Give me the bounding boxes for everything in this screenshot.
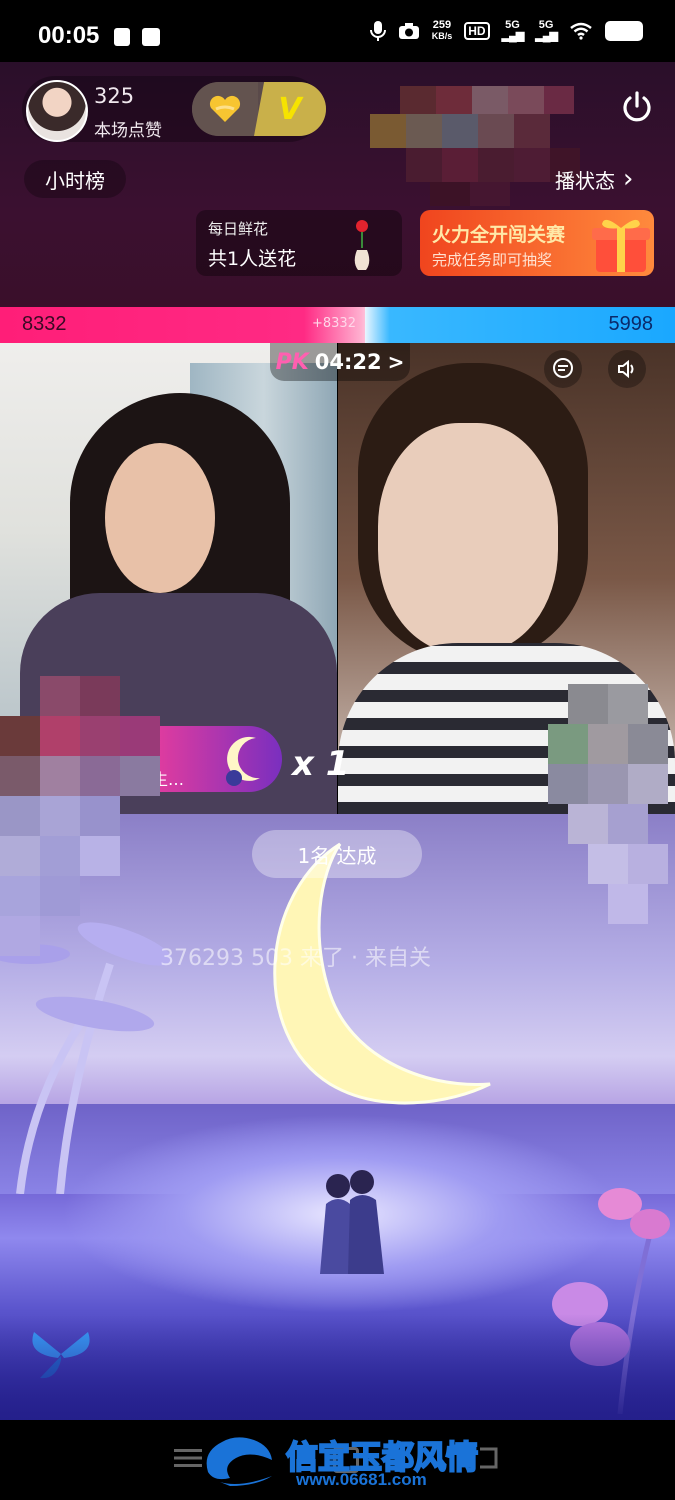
pk-countdown: 04:22	[314, 350, 382, 374]
signal-5g-1: 5G ▂▄▆	[501, 19, 525, 42]
signal-5g-2: 5G ▂▄▆	[535, 19, 558, 42]
clipboard-icon	[114, 28, 130, 46]
microphone-icon	[369, 21, 386, 41]
blurred-opponent-avatar	[548, 684, 668, 924]
hourly-rank-button[interactable]: 小时榜	[24, 160, 126, 198]
comment-button[interactable]	[544, 350, 582, 388]
comment-icon	[553, 358, 573, 378]
status-icons: 259 KB/s HD 5G ▂▄▆ 5G ▂▄▆	[369, 19, 643, 42]
fire-challenge-subtitle: 完成任务即可抽奖	[432, 251, 553, 269]
power-icon[interactable]	[620, 90, 654, 124]
speaker-icon	[618, 359, 634, 379]
watermark-logo	[206, 1437, 272, 1486]
pk-score-delta: +8332	[312, 316, 356, 331]
back-icon[interactable]	[476, 1447, 500, 1469]
chevron-right-icon: >	[387, 350, 405, 374]
hd-badge: HD	[464, 22, 490, 40]
recent-apps-icon[interactable]	[174, 1448, 202, 1468]
couple-silhouette	[320, 1170, 384, 1274]
vip-badge[interactable]: V	[254, 82, 326, 136]
sound-button[interactable]	[608, 350, 646, 388]
host-face	[105, 443, 215, 593]
gift-count: x 1	[292, 744, 350, 784]
message-icon	[142, 28, 160, 46]
pk-logo: PK	[275, 349, 309, 375]
blurred-audience-avatars	[370, 86, 580, 206]
heart-icon	[209, 95, 241, 122]
wifi-icon	[570, 22, 592, 40]
like-count: 325	[94, 84, 135, 108]
like-count-label: 本场点赞	[94, 121, 162, 141]
blurred-gift-avatar	[0, 676, 160, 956]
live-status-link[interactable]: 播状态 ›	[555, 160, 633, 198]
camera-icon	[398, 23, 419, 39]
daily-flower-subtitle: 共1人送花	[208, 248, 297, 270]
fan-heart-icon[interactable]	[192, 82, 258, 136]
daily-flower-title: 每日鲜花	[208, 220, 269, 238]
moon-gift-icon	[226, 736, 260, 786]
host-badges[interactable]: V	[192, 82, 326, 136]
live-status-label: 播状态	[555, 168, 615, 193]
clock: 00:05	[38, 22, 100, 49]
chevron-right-icon: ›	[623, 164, 634, 194]
pk-timer[interactable]: PK 04:22 >	[270, 343, 410, 381]
pk-left-score: 8332	[22, 313, 67, 335]
pk-right-score: 5998	[608, 313, 654, 335]
viewer-entered-message: 376293 503 来了 · 来自关	[160, 946, 431, 971]
watermark-url: www.06681.com	[296, 1470, 427, 1489]
pk-score-bar: 8332 +8332 5998	[0, 307, 675, 343]
battery-icon	[605, 21, 643, 41]
goal-progress-pill: 1名 达成	[252, 830, 422, 878]
rose-vase-icon	[354, 220, 370, 270]
host-avatar[interactable]	[26, 80, 88, 142]
fire-challenge-title: 火力全开闯关赛	[432, 224, 566, 246]
gift-box-icon	[592, 219, 650, 272]
grass-foreground	[0, 1314, 675, 1420]
opponent-face	[378, 423, 558, 653]
net-speed: 259 KB/s	[431, 19, 453, 42]
